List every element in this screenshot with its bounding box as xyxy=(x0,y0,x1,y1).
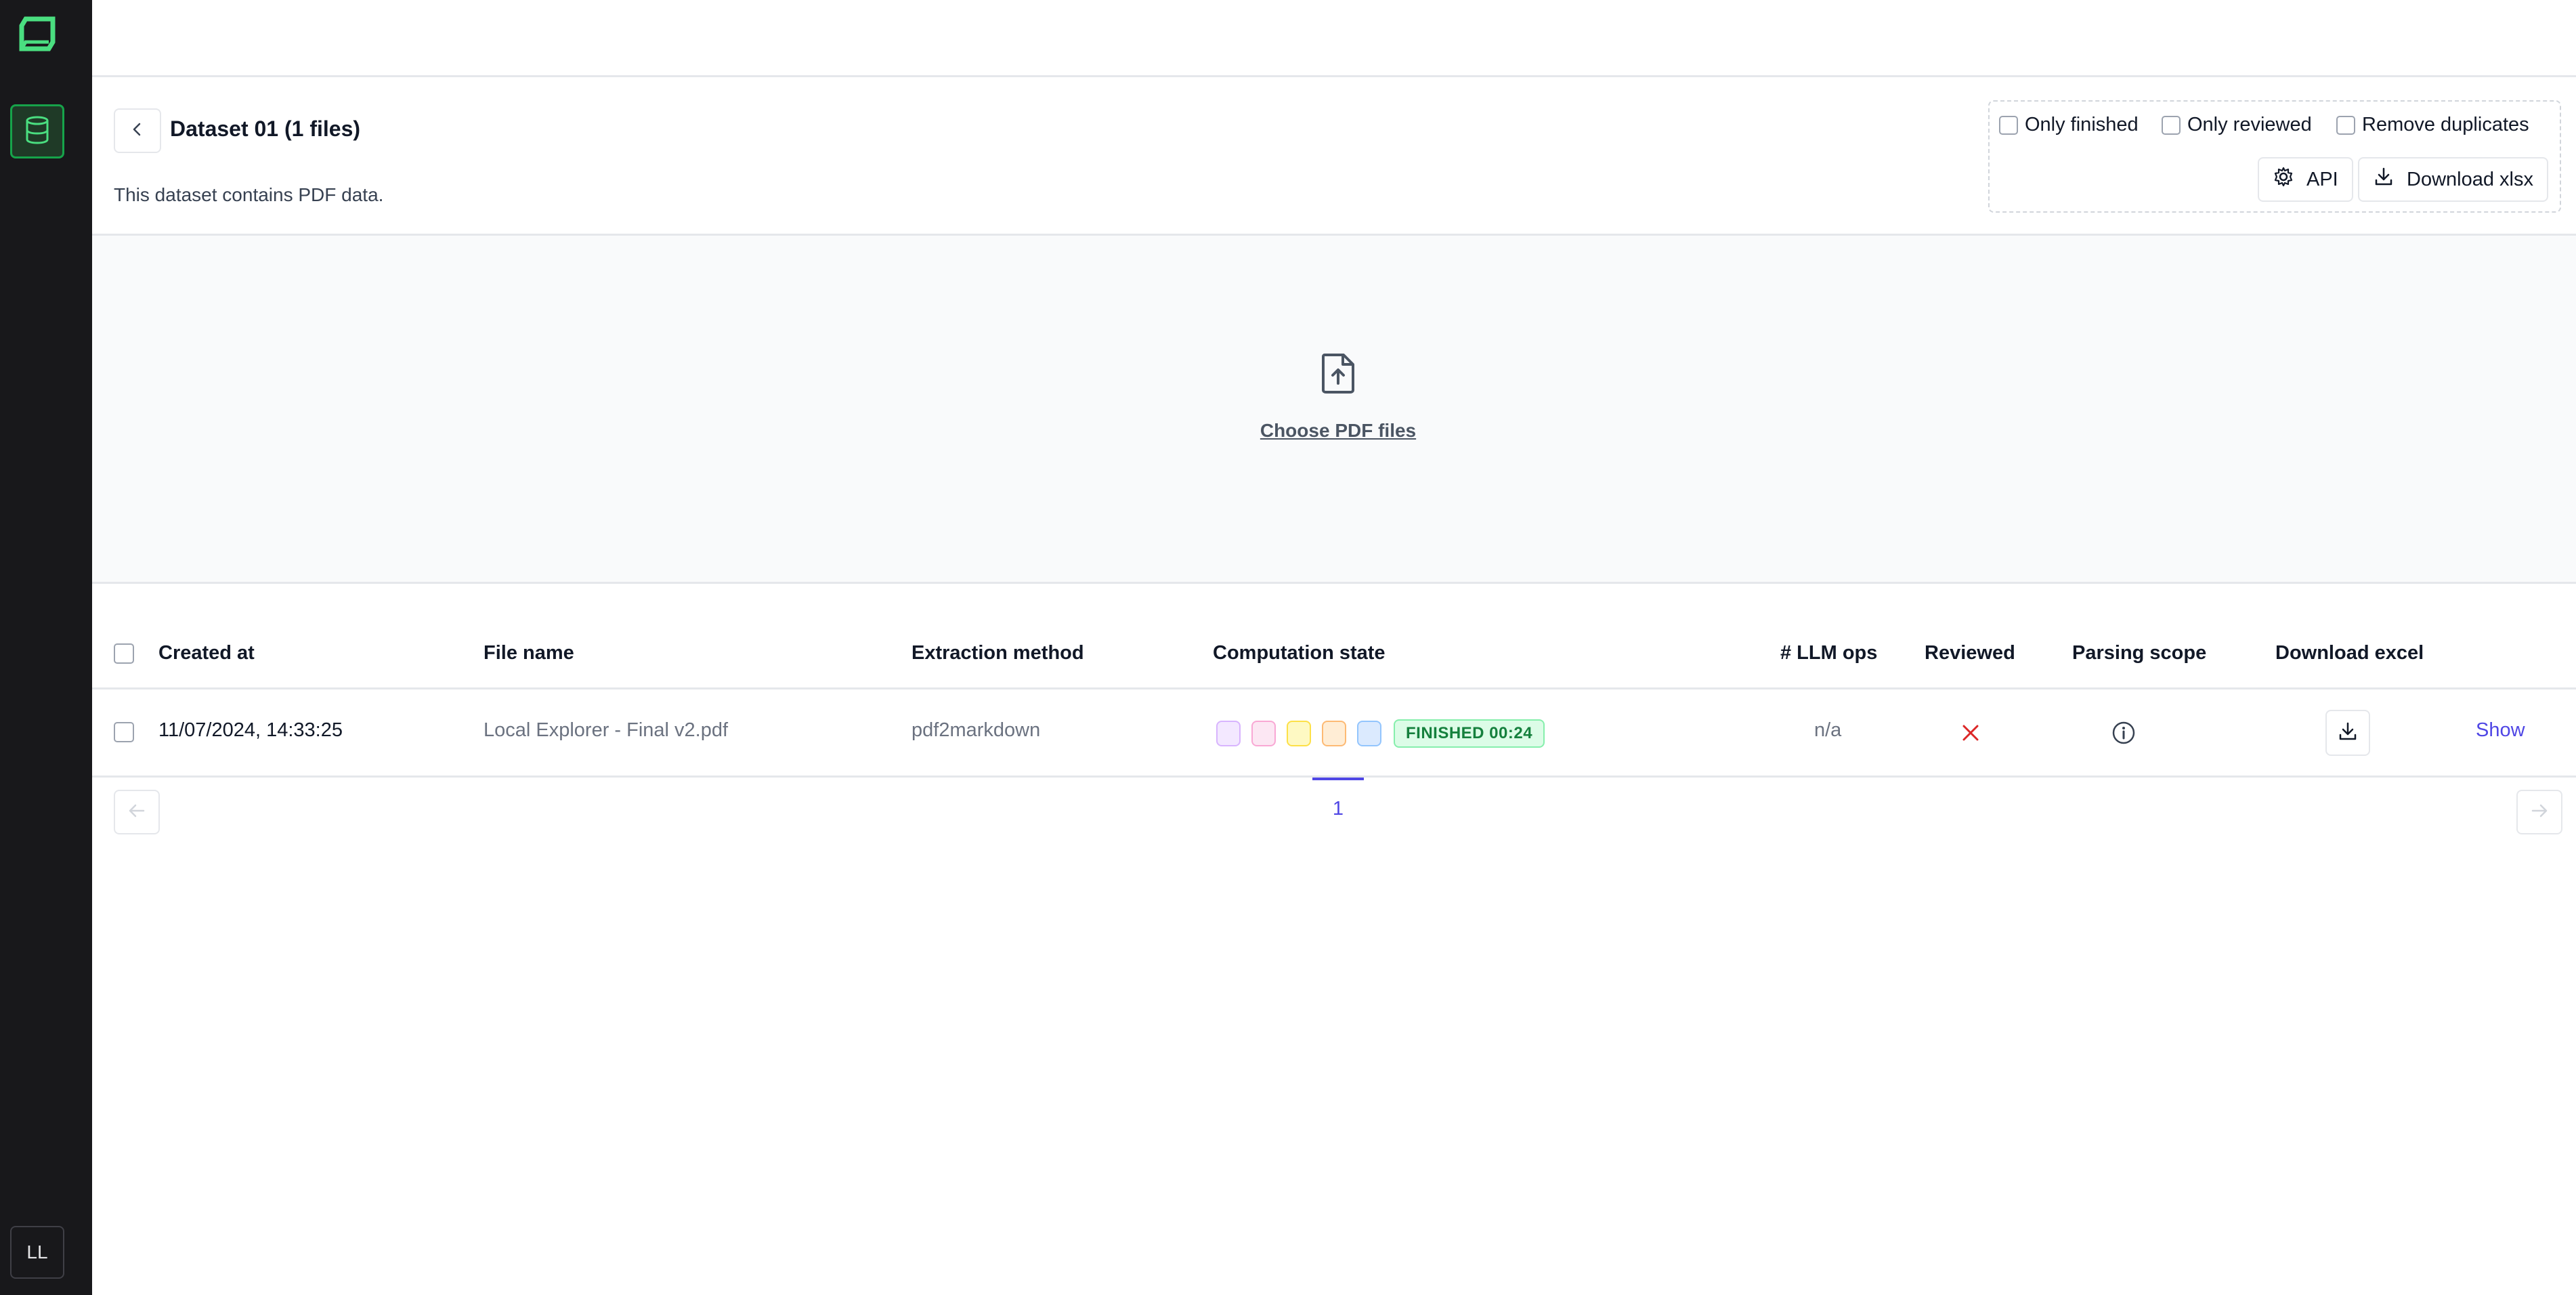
checkbox-box[interactable] xyxy=(2162,115,2181,135)
download-icon xyxy=(2373,166,2395,193)
main-content: Dataset 01 (1 files) This dataset contai… xyxy=(92,0,2576,1295)
upload-dropzone[interactable]: Choose PDF files xyxy=(92,236,2576,584)
only-finished-label: Only finished xyxy=(2025,114,2139,135)
state-chip xyxy=(1287,721,1311,746)
avatar-initials: LL xyxy=(26,1241,48,1262)
download-icon xyxy=(2337,721,2359,746)
previous-page-button[interactable] xyxy=(114,790,160,834)
show-link[interactable]: Show xyxy=(2476,719,2525,742)
checkbox-box[interactable] xyxy=(1999,115,2018,135)
back-button[interactable] xyxy=(114,108,161,153)
top-bar xyxy=(92,0,2576,77)
table-row[interactable]: 11/07/2024, 14:33:25 Local Explorer - Fi… xyxy=(92,689,2576,778)
api-button-label: API xyxy=(2306,168,2338,190)
state-chip xyxy=(1251,721,1276,746)
only-reviewed-label: Only reviewed xyxy=(2187,114,2312,135)
only-finished-checkbox[interactable]: Only finished xyxy=(1999,114,2139,136)
select-all-checkbox[interactable] xyxy=(114,643,134,664)
remove-duplicates-checkbox[interactable]: Remove duplicates xyxy=(2336,114,2529,136)
x-icon xyxy=(1958,721,1983,748)
extraction-method-cell: pdf2markdown xyxy=(911,719,1041,741)
remove-duplicates-label: Remove duplicates xyxy=(2362,114,2529,135)
column-header-download-excel[interactable]: Download excel xyxy=(2275,642,2424,664)
next-page-button[interactable] xyxy=(2516,790,2562,834)
nav-datasets-button[interactable] xyxy=(10,104,64,158)
download-xlsx-label: Download xlsx xyxy=(2407,168,2533,190)
file-name-cell: Local Explorer - Final v2.pdf xyxy=(484,719,729,741)
pagination: 1 xyxy=(92,778,2576,838)
arrow-left-icon xyxy=(127,801,146,824)
created-at-cell: 11/07/2024, 14:33:25 xyxy=(158,719,343,741)
download-excel-button[interactable] xyxy=(2325,710,2370,756)
dataset-description: This dataset contains PDF data. xyxy=(114,184,384,205)
status-badge: FINISHED 00:24 xyxy=(1394,719,1545,748)
row-checkbox[interactable] xyxy=(114,722,134,742)
state-chip xyxy=(1357,721,1381,746)
chevron-left-icon xyxy=(130,122,145,140)
filters-panel: Only finished Only reviewed Remove dupli… xyxy=(1988,100,2561,213)
checkbox-box[interactable] xyxy=(2336,115,2355,135)
state-chip xyxy=(1216,721,1241,746)
user-avatar[interactable]: LL xyxy=(10,1226,64,1279)
database-icon xyxy=(24,116,50,148)
page-title: Dataset 01 (1 files) xyxy=(170,116,361,141)
dataset-header: Dataset 01 (1 files) This dataset contai… xyxy=(92,77,2576,236)
llm-ops-cell: n/a xyxy=(1814,719,1842,741)
arrow-right-icon xyxy=(2530,801,2549,824)
info-icon[interactable] xyxy=(2111,721,2136,748)
sidebar: LL xyxy=(0,0,92,1295)
choose-pdf-files-link[interactable]: Choose PDF files xyxy=(92,420,2576,442)
download-xlsx-button[interactable]: Download xlsx xyxy=(2358,157,2548,202)
column-header-llm-ops[interactable]: # LLM ops xyxy=(1780,642,1877,664)
column-header-parsing-scope[interactable]: Parsing scope xyxy=(2072,642,2206,664)
file-upload-icon xyxy=(1319,352,1357,394)
table-header: Created at File name Extraction method C… xyxy=(92,620,2576,689)
column-header-reviewed[interactable]: Reviewed xyxy=(1925,642,2015,664)
only-reviewed-checkbox[interactable]: Only reviewed xyxy=(2162,114,2312,136)
page-number-current[interactable]: 1 xyxy=(1312,778,1364,832)
column-header-extraction-method[interactable]: Extraction method xyxy=(911,642,1084,664)
state-chip xyxy=(1322,721,1346,746)
column-header-computation-state[interactable]: Computation state xyxy=(1213,642,1386,664)
column-header-file-name[interactable]: File name xyxy=(484,642,574,664)
logo-icon[interactable] xyxy=(19,16,56,51)
column-header-created-at[interactable]: Created at xyxy=(158,642,255,664)
api-button[interactable]: API xyxy=(2258,157,2353,202)
gear-icon xyxy=(2273,166,2294,193)
